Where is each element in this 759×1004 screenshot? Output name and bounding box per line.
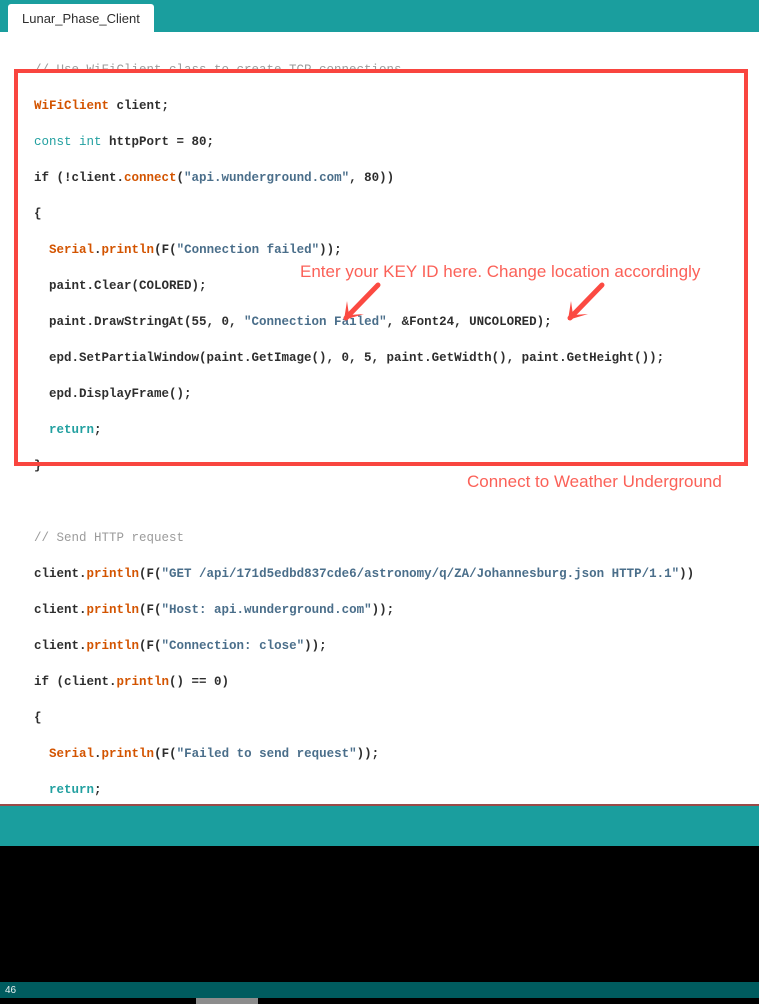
tab-bar: Lunar_Phase_Client [0, 0, 759, 32]
code-line: Serial.println(F("Failed to send request… [49, 747, 380, 761]
down-left-arrow-icon-right [567, 282, 605, 321]
code-line: const int httpPort = 80; [34, 135, 215, 149]
code-line: if (!client.connect("api.wunderground.co… [34, 171, 395, 185]
annotation-key-id: Enter your KEY ID here. Change location … [300, 262, 701, 281]
code-line: client.println(F("Connection: close")); [34, 639, 327, 653]
down-left-arrow-icon-left [343, 282, 381, 321]
code-line: return; [49, 423, 102, 437]
code-line: { [34, 207, 42, 221]
scrollbar-thumb[interactable] [196, 998, 258, 1004]
code-line: Serial.println(F("Connection failed")); [49, 243, 342, 257]
annotation-connect-note: Connect to Weather Underground [467, 472, 722, 491]
message-bar [0, 806, 759, 846]
code-line: client.println(F("GET /api/171d5edbd837c… [34, 567, 695, 581]
code-line: epd.DisplayFrame(); [34, 387, 192, 401]
status-line-number: 46 [5, 984, 17, 996]
console-output-panel[interactable] [0, 846, 759, 982]
code-line: // Send HTTP request [34, 531, 185, 545]
code-line: WiFiClient client; [34, 99, 170, 113]
tab-label: Lunar_Phase_Client [22, 10, 140, 26]
code-line: client.println(F("Host: api.wunderground… [34, 603, 395, 617]
code-line: // Use WiFiClient class to create TCP co… [34, 63, 402, 77]
code-line: if (client.println() == 0) [34, 675, 230, 689]
tab-lunar-phase-client[interactable]: Lunar_Phase_Client [8, 4, 154, 32]
horizontal-scrollbar[interactable] [0, 998, 759, 1004]
status-bar: 46 [0, 982, 759, 998]
code-text: // Use WiFiClient class to create TCP co… [34, 43, 694, 804]
code-line: epd.SetPartialWindow(paint.GetImage(), 0… [34, 351, 665, 365]
code-line: return; [49, 783, 102, 797]
code-line: { [34, 711, 42, 725]
code-editor[interactable]: // Use WiFiClient class to create TCP co… [0, 32, 759, 804]
